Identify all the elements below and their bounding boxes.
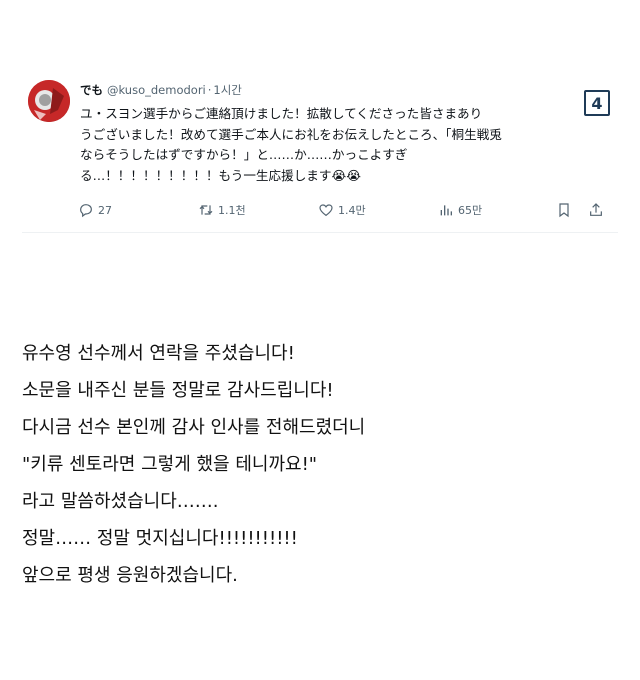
retweet-count: 1.1천 xyxy=(218,204,246,217)
share-icon xyxy=(590,203,602,216)
tweet-text-line: る…！！！！！！！！！もう一生応援します😭😭 xyxy=(80,167,361,183)
heart-icon xyxy=(319,204,333,217)
display-name[interactable]: でも xyxy=(80,82,103,98)
tweet-text-line: ならそうしたはずですから！」と……か……かっこよすぎ xyxy=(80,147,408,162)
translation-line: "키류 센토라면 그렇게 했을 테니까요!" xyxy=(22,454,318,475)
tweet-card[interactable]: でも @kuso_demodori · 1시간 4 ユ・スヨン選手からご連絡頂け… xyxy=(22,62,618,233)
translation-line: 앞으로 평생 응원하겠습니다. xyxy=(22,565,238,586)
tweet-text-line: うございました！改めて選手ご本人にお礼をお伝えしたところ、「桐生戦兎 xyxy=(80,126,502,142)
translation-line: 다시금 선수 본인께 감사 인사를 전해드렸더니 xyxy=(22,417,366,438)
tweet-actions: 27 1.1천 1.4만 65만 xyxy=(78,200,616,220)
user-handle[interactable]: @kuso_demodori xyxy=(107,83,206,97)
reply-count: 27 xyxy=(98,203,112,217)
translation-line: 소문을 내주신 분들 정말로 감사드립니다! xyxy=(22,380,334,401)
avatar[interactable] xyxy=(28,80,70,122)
reply-icon xyxy=(80,204,92,218)
like-count: 1.4만 xyxy=(338,204,366,217)
avatar-image xyxy=(28,80,70,122)
analytics-icon xyxy=(440,205,452,216)
bookmark-icon xyxy=(559,203,569,218)
tweet-text: ユ・スヨン選手からご連絡頂けました！拡散してくださった皆さまあり うございました… xyxy=(80,104,585,186)
tweet-text-line: ユ・スヨン選手からご連絡頂けました！拡散してくださった皆さまあり xyxy=(80,106,483,121)
retweet-button[interactable]: 1.1천 xyxy=(198,200,246,220)
like-button[interactable]: 1.4만 xyxy=(318,200,366,220)
view-count: 65만 xyxy=(458,204,483,217)
translation-line: 정말…… 정말 멋지십니다!!!!!!!!!!! xyxy=(22,528,298,549)
bookmark-button[interactable] xyxy=(556,200,572,220)
korean-translation: 유수영 선수께서 연락을 주셨습니다! 소문을 내주신 분들 정말로 감사드립니… xyxy=(22,335,622,594)
time-separator: · xyxy=(207,83,212,97)
translation-line: 유수영 선수께서 연락을 주셨습니다! xyxy=(22,343,295,364)
share-button[interactable] xyxy=(588,200,604,220)
timestamp[interactable]: 1시간 xyxy=(213,82,241,98)
retweet-icon xyxy=(199,205,213,215)
number-badge: 4 xyxy=(584,90,610,116)
reply-button[interactable]: 27 xyxy=(78,200,112,220)
translation-line: 라고 말씀하셨습니다……. xyxy=(22,491,219,512)
tweet-header: でも @kuso_demodori · 1시간 xyxy=(80,80,242,100)
views-button[interactable]: 65만 xyxy=(438,200,482,220)
